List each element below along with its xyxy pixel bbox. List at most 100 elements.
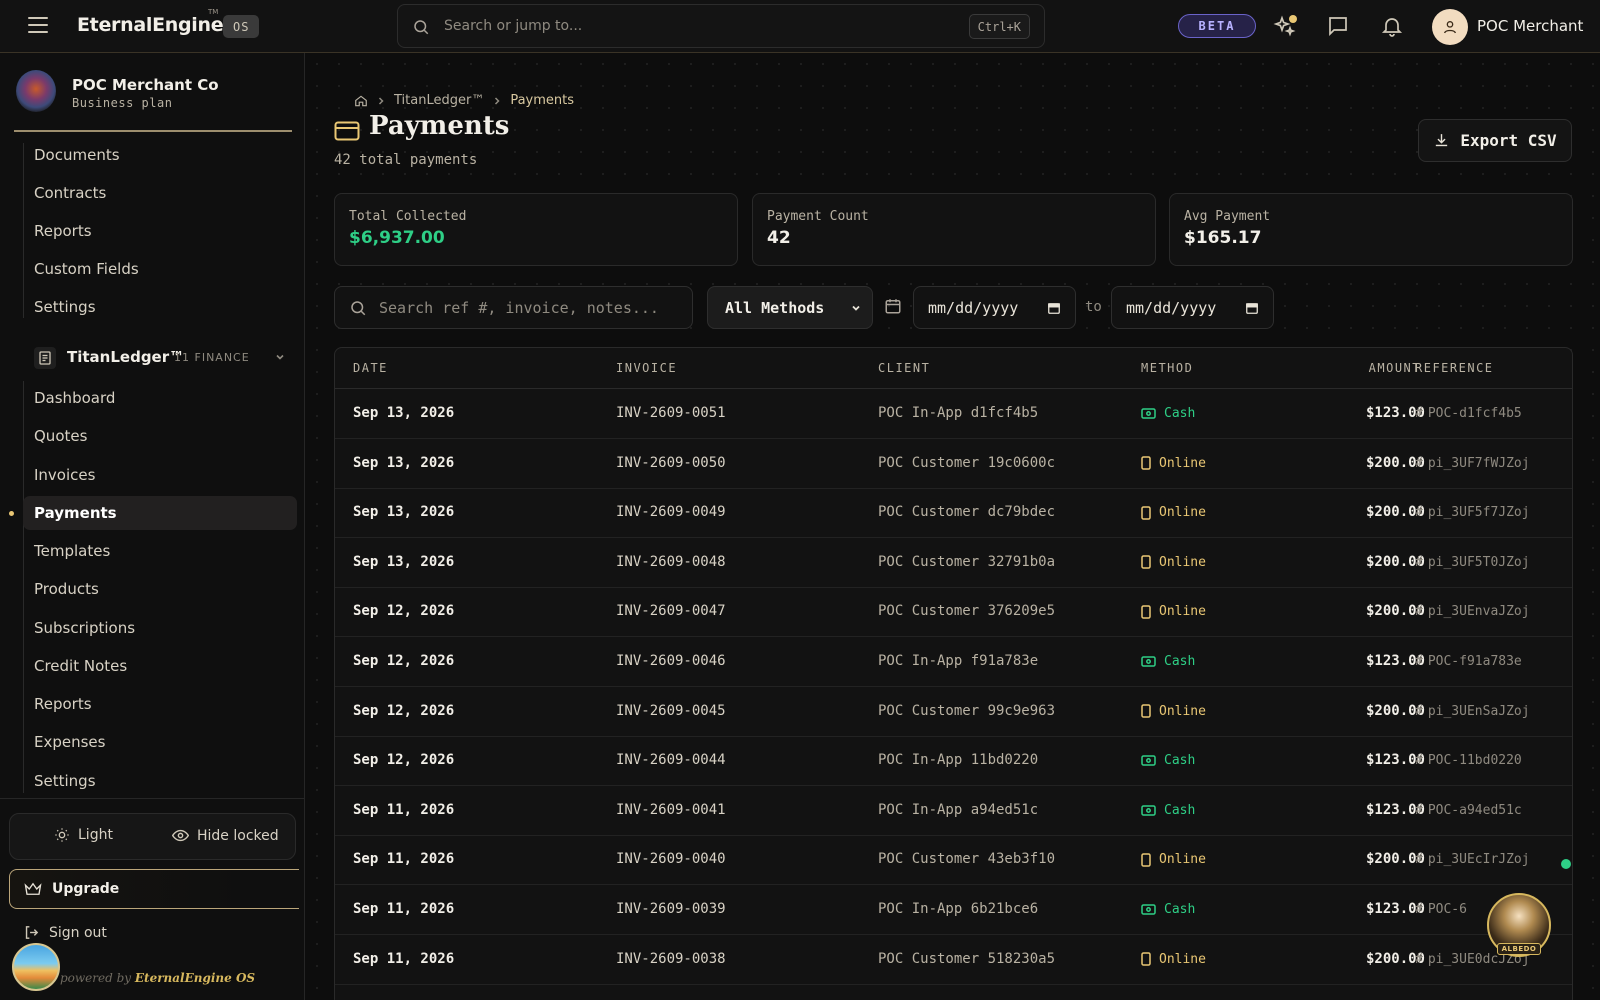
table-row[interactable]: Sep 11, 2026 INV-2609-0040 POC Customer 43…: [335, 835, 1572, 886]
date-to-placeholder: mm/dd/yyyy: [1126, 298, 1217, 317]
sidebar-item-documents[interactable]: Documents: [23, 138, 297, 172]
cell-invoice[interactable]: INV-2609-0039: [616, 901, 726, 917]
cell-invoice[interactable]: INV-2609-0041: [616, 802, 726, 818]
phone-icon: [1141, 555, 1151, 570]
cell-date: Sep 12, 2026: [353, 603, 455, 620]
cell-invoice[interactable]: INV-2609-0047: [616, 603, 726, 619]
table-row[interactable]: Sep 13, 2026 INV-2609-0050 POC Customer 19…: [335, 439, 1572, 489]
hash-icon: #: [1415, 654, 1423, 669]
chevron-right-icon: [378, 96, 384, 105]
cell-reference: # POC-11bd0220: [1415, 753, 1522, 768]
table-row[interactable]: Sep 11, 2026 INV-2609-0041 POC In-App a94e…: [335, 786, 1572, 836]
table-row[interactable]: Sep 12, 2026 INV-2609-0044 POC In-App 11bd…: [335, 736, 1572, 787]
shortcut-hint: Ctrl+K: [968, 14, 1030, 39]
sidebar-item-finance-reports[interactable]: Reports: [23, 687, 297, 721]
sidebar-item-invoices[interactable]: Invoices: [23, 458, 297, 492]
column-header-client[interactable]: CLIENT: [878, 361, 930, 375]
cell-invoice[interactable]: INV-2609-0040: [616, 851, 726, 867]
sidebar-item-custom-fields[interactable]: Custom Fields: [23, 252, 297, 286]
table-row[interactable]: Sep 12, 2026 INV-2609-0046 POC In-App f91a…: [335, 637, 1572, 687]
cell-invoice[interactable]: INV-2609-0038: [616, 951, 726, 967]
sidebar-item-contracts[interactable]: Contracts: [23, 176, 297, 210]
user-name[interactable]: POC Merchant: [1477, 17, 1583, 35]
reference-value: pi_3UF5T0JZoj: [1427, 554, 1530, 570]
cell-invoice[interactable]: INV-2609-0045: [616, 703, 726, 719]
sidebar-item-settings[interactable]: Settings: [23, 290, 297, 324]
table-row[interactable]: Sep 13, 2026 INV-2609-0048 POC Customer 32…: [335, 538, 1572, 588]
crown-icon: [24, 882, 42, 895]
payments-search-input[interactable]: [379, 287, 684, 328]
cell-reference: # pi_3UEcIrJZoj: [1415, 852, 1530, 867]
sidebar-item-products[interactable]: Products: [23, 572, 297, 606]
cell-reference: # POC-d1fcf4b5: [1415, 406, 1522, 421]
cell-invoice[interactable]: INV-2609-0049: [616, 504, 726, 520]
cell-method: Online: [1141, 456, 1206, 471]
table-row[interactable]: Sep 11, 2026 INV-2609-0038 POC Customer 51…: [335, 935, 1572, 985]
sidebar-item-quotes[interactable]: Quotes: [23, 419, 297, 453]
column-header-date[interactable]: DATE: [353, 361, 388, 375]
sidebar-item-dashboard[interactable]: Dashboard: [23, 381, 297, 415]
cell-invoice[interactable]: INV-2609-0050: [616, 455, 726, 471]
sidebar-item-expenses[interactable]: Expenses: [23, 725, 297, 759]
powered-by-brand: EternalEngine OS: [134, 971, 256, 985]
date-to-input[interactable]: mm/dd/yyyy: [1111, 286, 1274, 329]
table-row[interactable]: Sep 12, 2026 INV-2609-0047 POC Customer 37…: [335, 587, 1572, 638]
method-select[interactable]: All Methods: [707, 286, 873, 329]
sidebar-item-subscriptions[interactable]: Subscriptions: [23, 611, 297, 645]
column-header-reference[interactable]: REFERENCE: [1415, 361, 1494, 375]
page-subtitle: 42 total payments: [334, 152, 478, 168]
table-row[interactable]: Sep 11, 2026 INV-2609-0039 POC In-App 6b21…: [335, 885, 1572, 935]
cell-invoice[interactable]: INV-2609-0051: [616, 405, 726, 421]
date-from-input[interactable]: mm/dd/yyyy: [913, 286, 1076, 329]
sidebar-item-payments[interactable]: Payments: [23, 496, 297, 530]
reference-value: POC-11bd0220: [1427, 753, 1522, 769]
cell-method: Cash: [1141, 753, 1195, 768]
column-header-invoice[interactable]: INVOICE: [616, 361, 677, 375]
sidebar-group-titanledger[interactable]: TitanLedger™ 11 FINANCE: [30, 339, 292, 377]
upgrade-button[interactable]: Upgrade: [9, 869, 299, 909]
sidebar-item-templates[interactable]: Templates: [23, 534, 297, 568]
method-label: Online: [1159, 604, 1206, 620]
menu-icon[interactable]: [28, 17, 48, 35]
org-name[interactable]: POC Merchant Co: [72, 76, 219, 94]
hash-icon: #: [1415, 604, 1423, 620]
cell-date: Sep 11, 2026: [353, 950, 455, 967]
hide-locked-label: Hide locked: [197, 827, 279, 844]
cell-method: Online: [1141, 555, 1206, 570]
user-avatar[interactable]: [1432, 9, 1468, 45]
theme-toggle-button[interactable]: Light: [54, 827, 113, 843]
beach-avatar-image[interactable]: [12, 943, 60, 991]
bell-icon[interactable]: [1380, 14, 1404, 38]
cell-invoice[interactable]: INV-2609-0046: [616, 653, 726, 669]
column-header-amount[interactable]: AMOUNT: [1369, 361, 1421, 375]
sign-out-button[interactable]: Sign out: [23, 924, 107, 941]
chat-icon[interactable]: [1326, 14, 1350, 38]
phone-icon: [1141, 853, 1151, 867]
cell-client: POC Customer 32791b0a: [878, 553, 1056, 570]
group-count: 11 FINANCE: [174, 351, 250, 364]
search-icon: [351, 301, 366, 316]
home-icon[interactable]: [354, 94, 368, 108]
calendar-icon: [1246, 302, 1258, 314]
beta-badge[interactable]: BETA: [1178, 14, 1256, 38]
cell-invoice[interactable]: INV-2609-0048: [616, 554, 726, 570]
chevron-down-icon: [276, 354, 284, 360]
cell-client: POC In-App d1fcf4b5: [878, 405, 1039, 421]
sign-out-icon: [25, 926, 39, 939]
table-row[interactable]: Sep 13, 2026 INV-2609-0051 POC In-App d1fc…: [335, 389, 1572, 439]
brand-logo[interactable]: EternalEngine: [77, 14, 224, 36]
sidebar-item-reports[interactable]: Reports: [23, 214, 297, 248]
global-search[interactable]: Search or jump to... Ctrl+K: [397, 4, 1045, 48]
sidebar-item-finance-settings[interactable]: Settings: [23, 764, 297, 798]
hash-icon: #: [1415, 802, 1423, 818]
table-row[interactable]: Sep 13, 2026 INV-2609-0049 POC Customer dc…: [335, 488, 1572, 539]
table-row[interactable]: Sep 12, 2026 INV-2609-0045 POC Customer 99…: [335, 687, 1572, 737]
cell-invoice[interactable]: INV-2609-0044: [616, 752, 726, 768]
hide-locked-button[interactable]: Hide locked: [172, 827, 279, 844]
cell-client: POC In-App f91a783e: [878, 653, 1039, 669]
hash-icon: #: [1415, 703, 1423, 719]
column-header-method[interactable]: METHOD: [1141, 361, 1193, 375]
breadcrumb-parent[interactable]: TitanLedger™: [394, 93, 484, 108]
export-csv-button[interactable]: Export CSV: [1418, 119, 1572, 162]
sidebar-item-credit-notes[interactable]: Credit Notes: [23, 649, 297, 683]
